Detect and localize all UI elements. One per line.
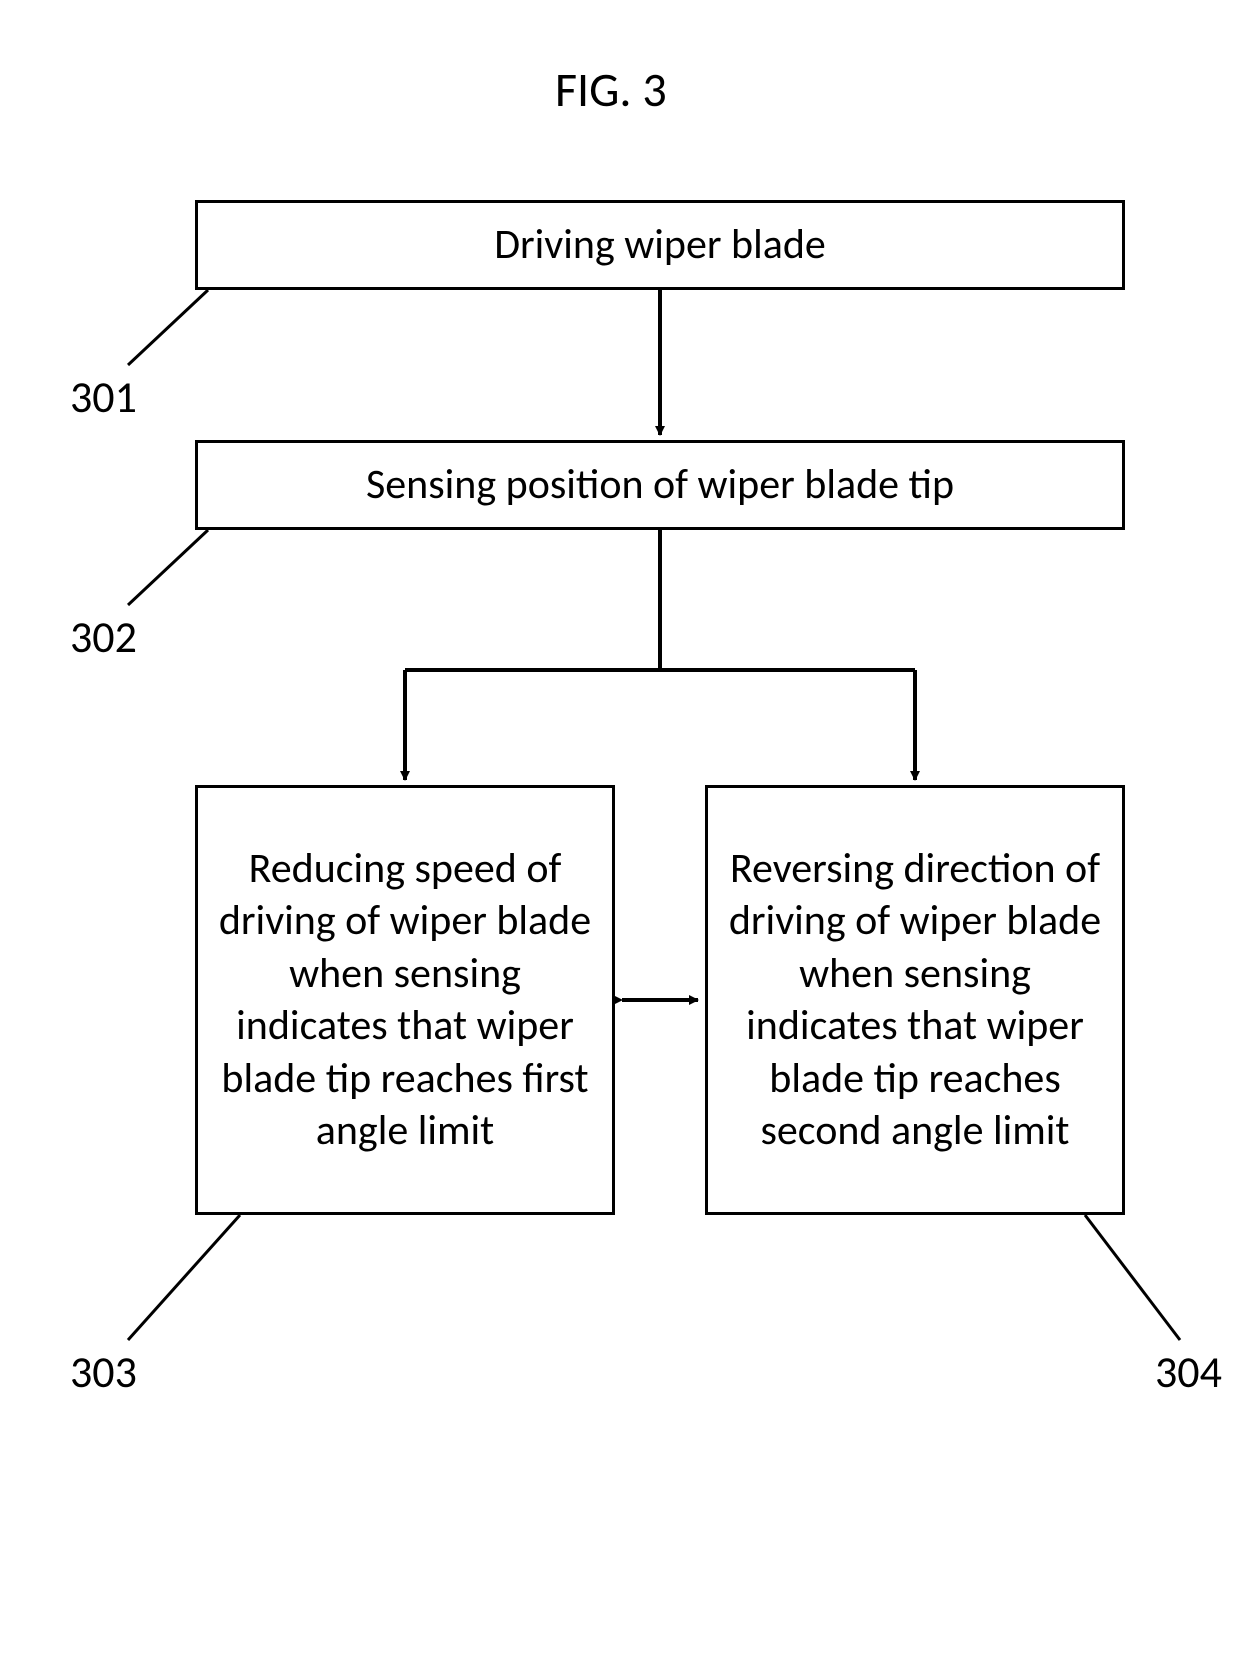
box-302-text: Sensing position of wiper blade tip [366,459,954,512]
figure-title: FIG. 3 [555,60,667,119]
ref-label-301: 301 [70,370,137,424]
box-304: Reversing direction of driving of wiper … [705,785,1125,1215]
box-303: Reducing speed of driving of wiper blade… [195,785,615,1215]
ref-label-302: 302 [70,610,137,664]
box-301-text: Driving wiper blade [494,219,826,272]
box-304-text: Reversing direction of driving of wiper … [728,843,1102,1158]
box-303-text: Reducing speed of driving of wiper blade… [218,843,592,1158]
ref-label-303: 303 [70,1345,137,1399]
leader-301 [128,290,208,365]
diagram-canvas: FIG. 3 Driving wiper blade Sensing posit… [0,0,1240,1665]
leader-302 [128,530,208,605]
leader-303 [128,1215,240,1340]
box-302: Sensing position of wiper blade tip [195,440,1125,530]
leader-304 [1085,1215,1180,1340]
ref-label-304: 304 [1155,1345,1222,1399]
box-301: Driving wiper blade [195,200,1125,290]
